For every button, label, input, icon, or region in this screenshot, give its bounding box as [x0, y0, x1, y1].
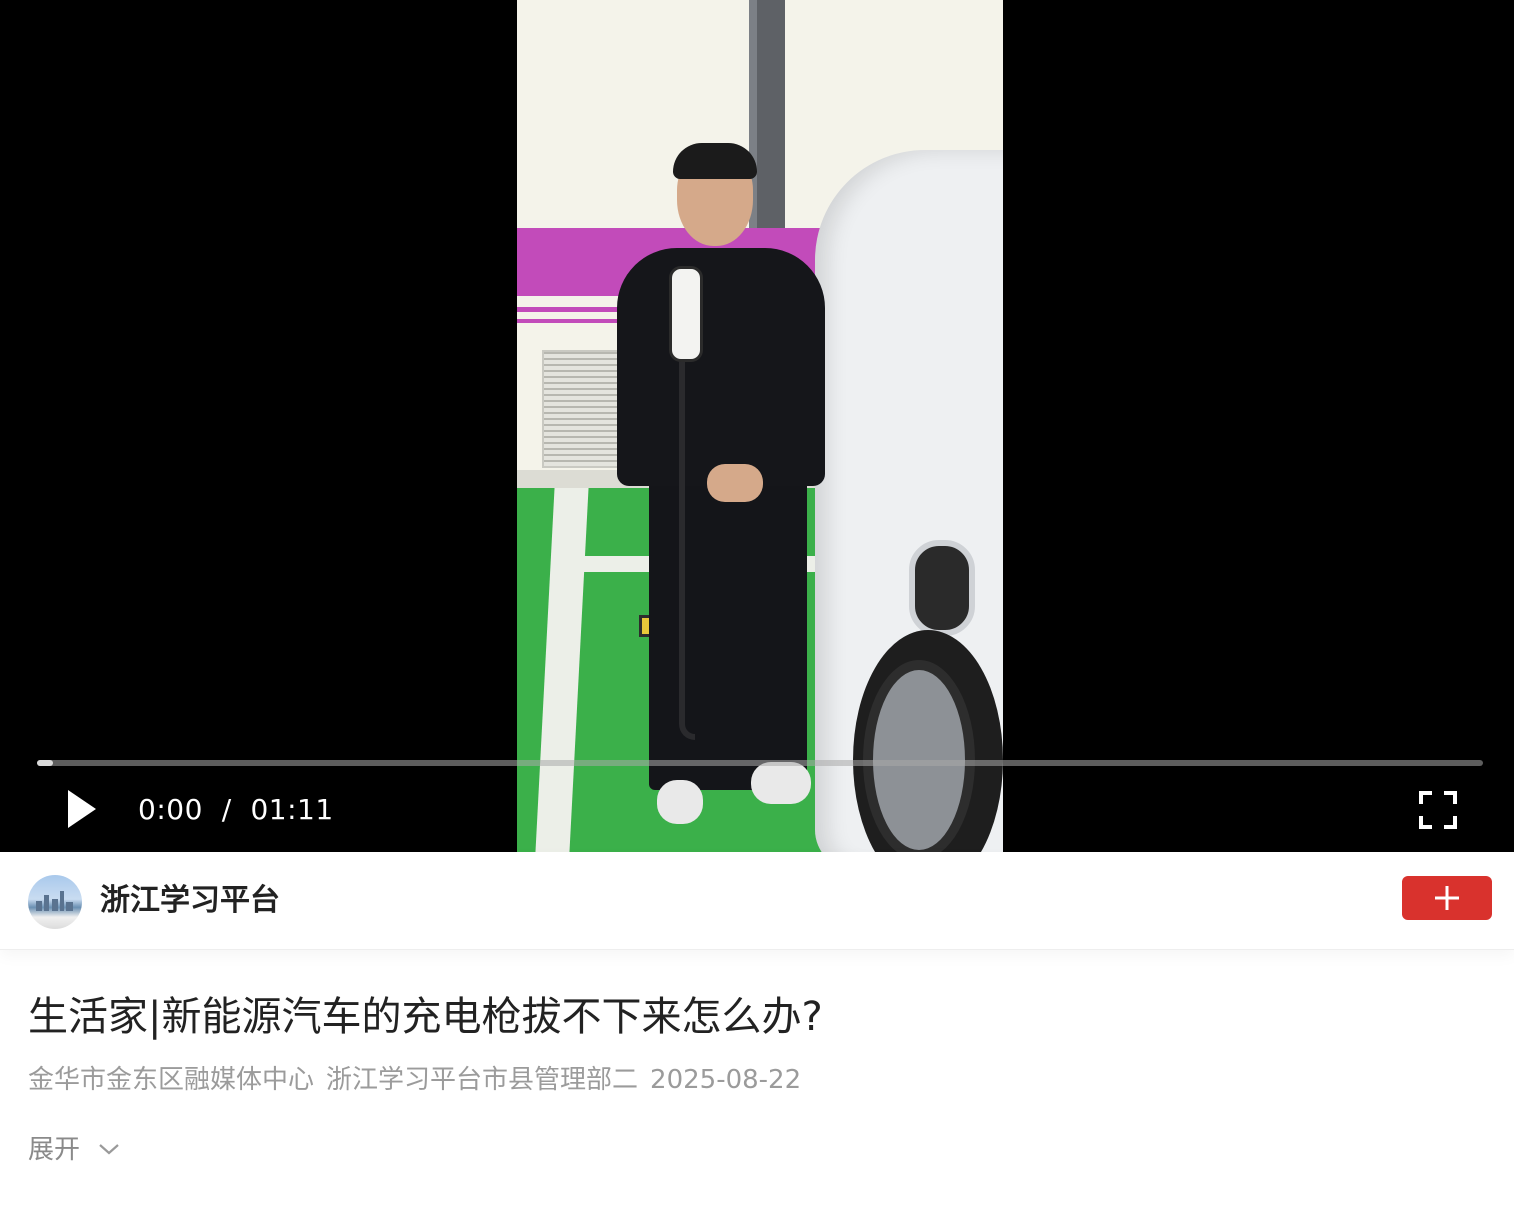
avatar-building	[36, 901, 42, 911]
expand-button[interactable]: 展开	[28, 1132, 120, 1168]
play-button[interactable]	[62, 786, 102, 832]
video-scene-person-hair	[673, 143, 757, 179]
article-meta: 金华市金东区融媒体中心 浙江学习平台市县管理部二 2025-08-22	[28, 1062, 801, 1098]
city-skyline-avatar[interactable]	[28, 875, 82, 929]
chevron-down-icon	[99, 1143, 120, 1154]
avatar-building	[66, 902, 73, 911]
plus-icon	[1435, 886, 1459, 910]
video-scene-charging-cable	[679, 360, 695, 740]
duration: 01:11	[250, 793, 334, 826]
video-frame[interactable]	[517, 0, 1003, 852]
article-source: 金华市金东区融媒体中心	[28, 1065, 315, 1095]
avatar-building	[52, 899, 58, 911]
article-department: 浙江学习平台市县管理部二	[326, 1065, 639, 1095]
video-scene-person-legs	[649, 468, 807, 790]
fullscreen-button[interactable]	[1418, 790, 1458, 830]
follow-button[interactable]	[1402, 876, 1492, 920]
author-name[interactable]: 浙江学习平台	[100, 880, 280, 922]
article-title: 生活家|新能源汽车的充电枪拔不下来怎么办?	[28, 994, 823, 1040]
fullscreen-icon	[1419, 791, 1457, 829]
current-time: 0:00	[138, 793, 203, 826]
video-scene-charging-port	[909, 540, 975, 636]
article-date: 2025-08-22	[650, 1065, 802, 1095]
play-icon	[68, 790, 96, 828]
video-scene-hand	[707, 464, 763, 502]
video-scene-charging-gun	[669, 266, 703, 362]
video-progress-bar[interactable]	[37, 760, 1483, 766]
video-scene-shoe	[751, 762, 811, 804]
video-scene-person-torso	[617, 248, 825, 486]
author-bar: 浙江学习平台	[0, 852, 1514, 950]
avatar-building	[44, 895, 49, 911]
expand-label: 展开	[28, 1135, 81, 1165]
video-scene-shoe	[657, 780, 703, 824]
video-time-display: 0:00 / 01:11	[138, 790, 334, 830]
time-separator: /	[221, 793, 232, 826]
video-scene-rim	[863, 660, 975, 852]
video-progress-fill	[37, 760, 53, 766]
avatar-building	[60, 891, 64, 911]
video-player[interactable]: 0:00 / 01:11	[0, 0, 1514, 852]
